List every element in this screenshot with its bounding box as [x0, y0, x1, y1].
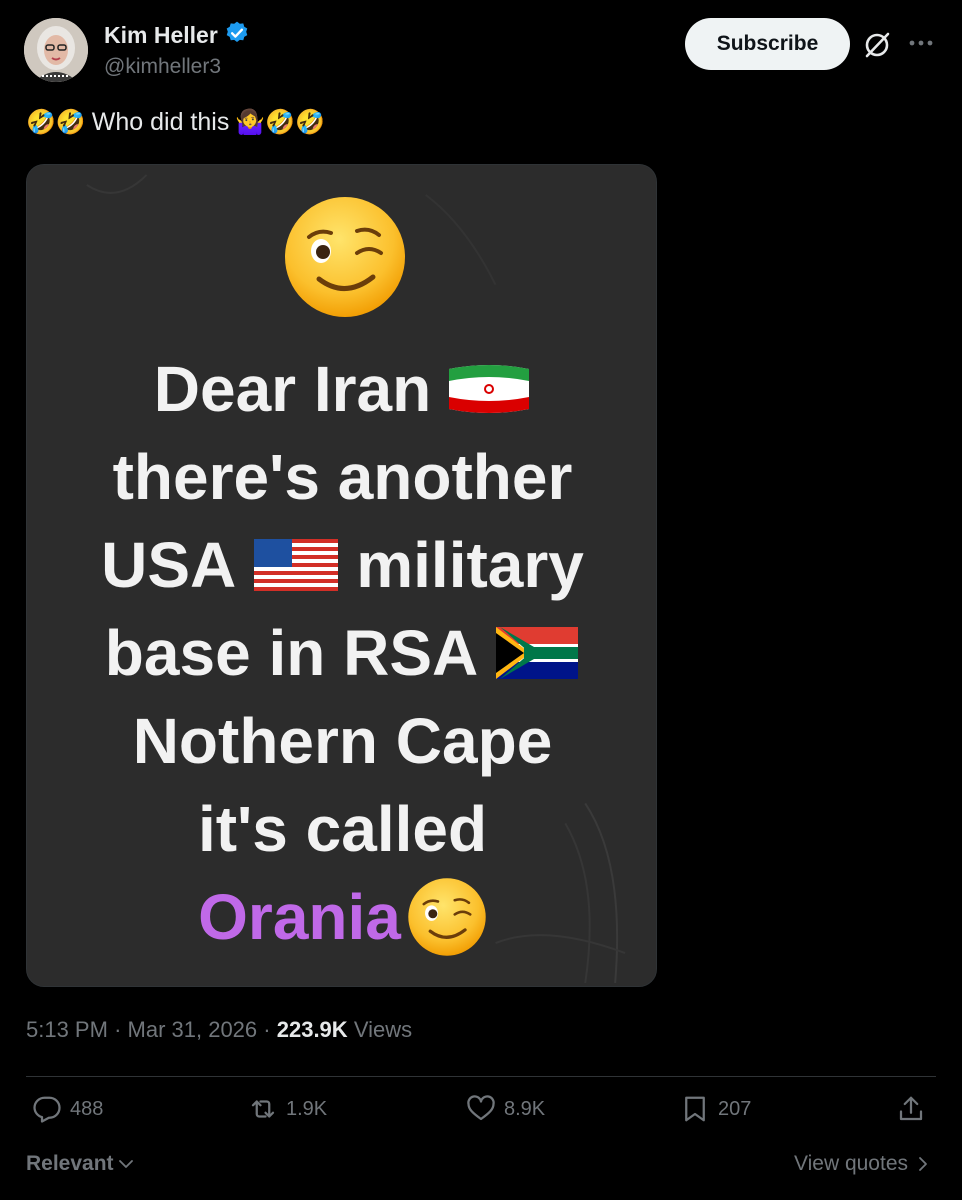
heart-icon: [467, 1095, 495, 1121]
action-bar: 488 1.9K 8.9K 207: [26, 1094, 936, 1138]
author-handle[interactable]: @kimheller3: [104, 55, 250, 79]
reply-count: 488: [70, 1097, 104, 1120]
media-line-text: military: [356, 529, 584, 601]
bookmark-button[interactable]: 207: [680, 1094, 751, 1124]
reply-icon: [33, 1096, 61, 1123]
share-icon: [899, 1096, 923, 1121]
media-line-text: Nothern Cape: [132, 705, 553, 777]
tweet-text: 🤣🤣 Who did this 🤷‍♀️🤣🤣: [26, 108, 325, 137]
tweet-date[interactable]: Mar 31, 2026: [128, 1017, 258, 1042]
grok-icon[interactable]: [862, 30, 892, 60]
chevron-down-icon: [118, 1160, 133, 1168]
south-africa-flag-icon: [496, 627, 579, 679]
like-button[interactable]: 8.9K: [466, 1094, 545, 1124]
like-count: 8.9K: [504, 1097, 546, 1120]
tweet-body-text: Who did this: [91, 108, 230, 136]
usa-flag-icon: [254, 539, 339, 591]
media-line: it's called: [27, 785, 656, 873]
name-row: Kim Heller: [104, 20, 250, 51]
author-block: Kim Heller @kimheller3: [104, 20, 250, 79]
view-quotes-link[interactable]: View quotes: [794, 1152, 932, 1176]
repost-icon: [251, 1100, 275, 1118]
tweet-time[interactable]: 5:13 PM: [26, 1017, 108, 1042]
verified-badge-icon: [224, 20, 250, 51]
reply-button[interactable]: 488: [32, 1094, 103, 1124]
more-icon[interactable]: [904, 26, 938, 60]
tweet-media-image[interactable]: Dear Iran there's another USA military b…: [26, 164, 657, 987]
bookmark-count: 207: [718, 1097, 752, 1120]
shrug-laughing-emoji: 🤷‍♀️🤣🤣: [235, 108, 325, 136]
rolling-laughing-emoji: 🤣🤣: [26, 108, 86, 136]
media-line: Dear Iran: [27, 345, 656, 433]
avatar[interactable]: [24, 18, 88, 82]
author-display-name[interactable]: Kim Heller: [104, 22, 218, 49]
meta-separator: ·: [114, 1017, 122, 1042]
media-line: there's another: [27, 433, 656, 521]
views-count: 223.9K: [276, 1017, 348, 1042]
sort-label: Relevant: [26, 1152, 114, 1175]
share-button[interactable]: [896, 1094, 926, 1124]
subscribe-button[interactable]: Subscribe: [685, 18, 850, 70]
views-label: Views: [353, 1017, 413, 1042]
media-line-text: Dear Iran: [153, 353, 432, 425]
media-line-text: Orania: [198, 881, 401, 953]
sort-replies-dropdown[interactable]: Relevant: [26, 1152, 136, 1176]
repost-button[interactable]: 1.9K: [248, 1094, 327, 1124]
winking-face-small-icon: [408, 878, 486, 956]
media-line: Nothern Cape: [27, 697, 656, 785]
view-quotes-label: View quotes: [793, 1152, 908, 1175]
media-text-block: Dear Iran there's another USA military b…: [27, 345, 656, 961]
tweet-header: Kim Heller @kimheller3 Subscribe: [24, 18, 938, 84]
media-line: USA military: [27, 521, 656, 609]
media-line-text: it's called: [197, 793, 488, 865]
media-line-text: USA: [101, 529, 237, 601]
media-line-text: base in RSA: [104, 617, 479, 689]
bookmark-icon: [685, 1096, 705, 1122]
chevron-right-icon: [919, 1157, 927, 1171]
tweet-meta: 5:13 PM · Mar 31, 2026 · 223.9K Views: [26, 1017, 412, 1043]
winking-face-icon: [285, 197, 405, 317]
media-line: base in RSA: [27, 609, 656, 697]
divider: [26, 1076, 936, 1077]
repost-count: 1.9K: [286, 1097, 328, 1120]
media-line-highlight: Orania: [27, 873, 656, 961]
media-line-text: there's another: [112, 441, 573, 513]
iran-flag-icon: [449, 365, 530, 413]
meta-separator: ·: [263, 1017, 271, 1042]
